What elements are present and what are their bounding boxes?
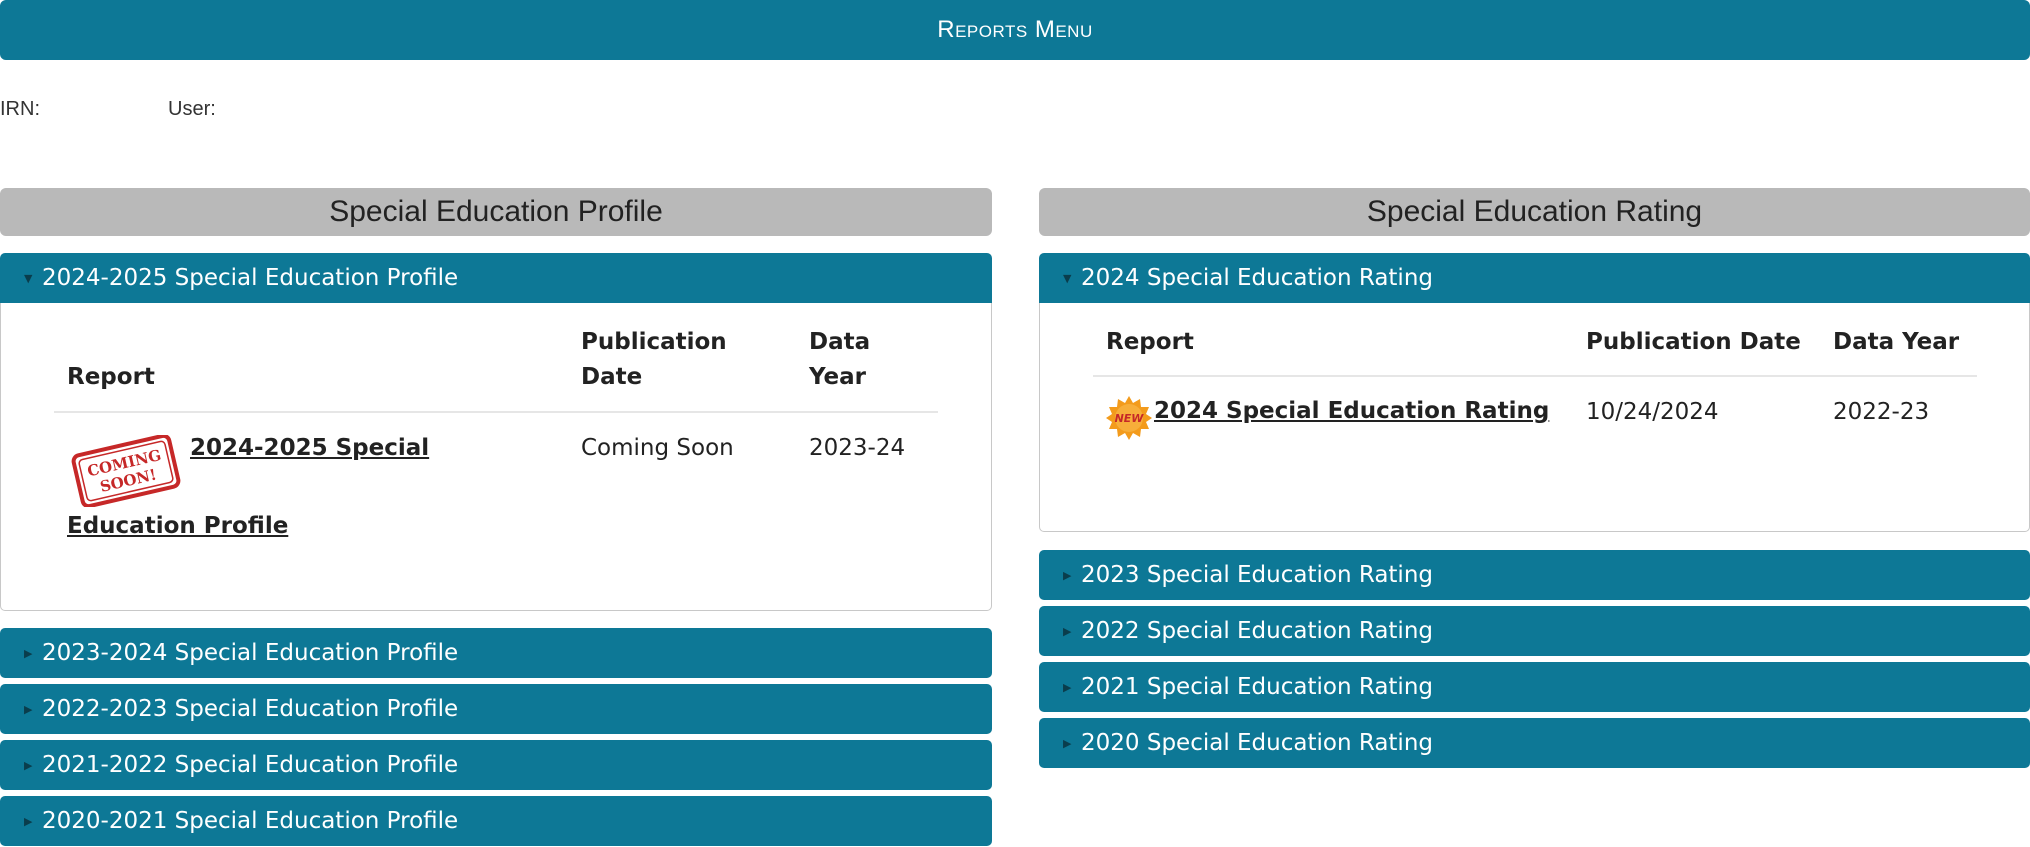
section-label: 2024-2025 Special Education Profile xyxy=(42,265,459,291)
rating-section-2021[interactable]: ▶ 2021 Special Education Rating xyxy=(1039,662,2030,712)
triangle-right-icon: ▶ xyxy=(24,646,33,660)
section-label: 2023 Special Education Rating xyxy=(1081,562,1433,588)
profile-heading-text: Special Education Profile xyxy=(329,195,663,228)
header-divider xyxy=(54,411,938,413)
triangle-right-icon: ▶ xyxy=(24,758,33,772)
triangle-right-icon: ▶ xyxy=(1063,568,1072,582)
irn-label: IRN: xyxy=(0,98,40,120)
header-divider xyxy=(1093,375,1977,377)
col-header-report: Report xyxy=(67,364,155,390)
profile-column: Special Education Profile ▼ 2024-2025 Sp… xyxy=(0,188,992,846)
section-label: 2021-2022 Special Education Profile xyxy=(42,752,459,778)
triangle-down-icon: ▼ xyxy=(1063,271,1072,285)
report-link-2024-rating[interactable]: 2024 Special Education Rating xyxy=(1154,398,1549,424)
rating-section-2022[interactable]: ▶ 2022 Special Education Rating xyxy=(1039,606,2030,656)
report-link-2024-2025-profile[interactable]: 2024-2025 Special xyxy=(190,435,429,461)
user-label: User: xyxy=(168,98,216,120)
triangle-right-icon: ▶ xyxy=(1063,736,1072,750)
col-header-data-year: Data Year xyxy=(1833,329,1960,355)
profile-report-panel: Publication Date Data Year Report COMING… xyxy=(0,303,992,611)
triangle-down-icon: ▼ xyxy=(24,271,33,285)
reports-menu-header: Reports Menu xyxy=(0,0,2030,60)
col-header-publication: Publication Date xyxy=(1586,329,1801,355)
new-badge-icon: NEW xyxy=(1106,396,1152,440)
section-label: 2022 Special Education Rating xyxy=(1081,618,1433,644)
rating-section-2020[interactable]: ▶ 2020 Special Education Rating xyxy=(1039,718,2030,768)
report-link-2024-2025-profile-cont[interactable]: Education Profile xyxy=(67,513,288,539)
profile-section-2024-2025[interactable]: ▼ 2024-2025 Special Education Profile xyxy=(0,253,992,303)
page-title: Reports Menu xyxy=(937,16,1093,43)
profile-section-2022-2023[interactable]: ▶ 2022-2023 Special Education Profile xyxy=(0,684,992,734)
rating-heading-text: Special Education Rating xyxy=(1366,195,1703,228)
rating-report-panel: Report Publication Date Data Year NEW 20… xyxy=(1039,303,2030,532)
col-header-publication: Publication Date xyxy=(581,329,727,390)
section-label: 2022-2023 Special Education Profile xyxy=(42,696,459,722)
profile-heading: Special Education Profile xyxy=(0,188,992,236)
svg-text:NEW: NEW xyxy=(1115,412,1145,425)
section-label: 2023-2024 Special Education Profile xyxy=(42,640,459,666)
triangle-right-icon: ▶ xyxy=(1063,680,1072,694)
coming-soon-badge-icon: COMING SOON! xyxy=(71,435,181,507)
publication-date: Coming Soon xyxy=(581,435,734,461)
section-label: 2020-2021 Special Education Profile xyxy=(42,808,459,834)
col-header-data-year: Data Year xyxy=(809,329,871,390)
data-year: 2023-24 xyxy=(809,435,906,461)
col-header-report: Report xyxy=(1106,329,1194,355)
section-label: 2021 Special Education Rating xyxy=(1081,674,1433,700)
triangle-right-icon: ▶ xyxy=(24,702,33,716)
profile-section-2023-2024[interactable]: ▶ 2023-2024 Special Education Profile xyxy=(0,628,992,678)
section-label: 2024 Special Education Rating xyxy=(1081,265,1433,291)
data-year: 2022-23 xyxy=(1833,399,1930,425)
triangle-right-icon: ▶ xyxy=(24,814,33,828)
rating-heading: Special Education Rating xyxy=(1039,188,2030,236)
publication-date: 10/24/2024 xyxy=(1586,399,1719,425)
rating-section-2024[interactable]: ▼ 2024 Special Education Rating xyxy=(1039,253,2030,303)
profile-section-2020-2021[interactable]: ▶ 2020-2021 Special Education Profile xyxy=(0,796,992,846)
rating-column: Special Education Rating ▼ 2024 Special … xyxy=(1039,188,2030,768)
rating-section-2023[interactable]: ▶ 2023 Special Education Rating xyxy=(1039,550,2030,600)
section-label: 2020 Special Education Rating xyxy=(1081,730,1433,756)
triangle-right-icon: ▶ xyxy=(1063,624,1072,638)
profile-section-2021-2022[interactable]: ▶ 2021-2022 Special Education Profile xyxy=(0,740,992,790)
